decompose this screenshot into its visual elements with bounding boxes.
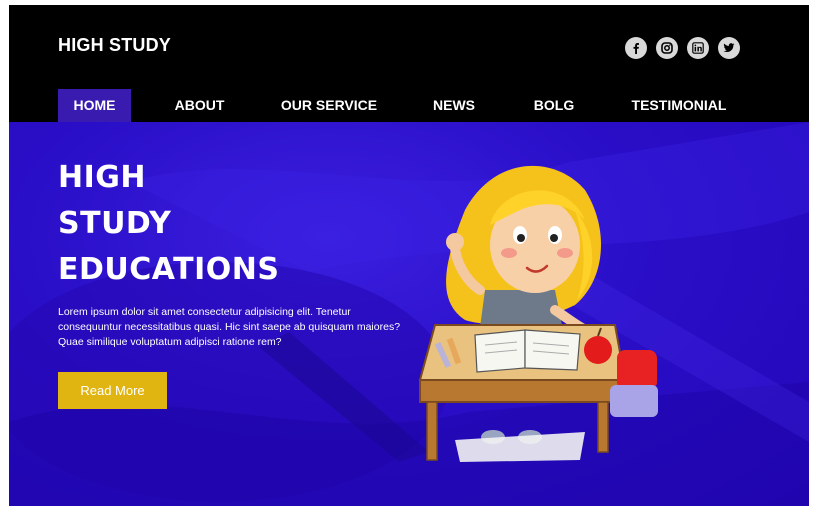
nav-news[interactable]: NEWS bbox=[426, 89, 482, 122]
header: HIGH STUDY bbox=[9, 5, 809, 89]
nav-home[interactable]: HOME bbox=[58, 89, 131, 122]
social-links bbox=[625, 37, 740, 59]
brand-logo[interactable]: HIGH STUDY bbox=[58, 35, 171, 56]
hero-title-line-2: STUDY bbox=[58, 206, 172, 241]
facebook-icon[interactable] bbox=[625, 37, 647, 59]
instagram-icon[interactable] bbox=[656, 37, 678, 59]
hero-title-line-1: HIGH bbox=[58, 160, 147, 195]
student-illustration bbox=[418, 165, 658, 462]
read-more-button[interactable]: Read More bbox=[58, 372, 167, 409]
nav-about[interactable]: ABOUT bbox=[164, 89, 235, 122]
nav-our-service[interactable]: OUR SERVICE bbox=[274, 89, 384, 122]
hero-title-line-3: EDUCATIONS bbox=[58, 252, 280, 287]
nav-bolg[interactable]: BOLG bbox=[527, 89, 581, 122]
twitter-icon[interactable] bbox=[718, 37, 740, 59]
page-frame: HIGH STUDY HOME ABOUT OUR SERVICE NEWS B… bbox=[9, 5, 809, 506]
linkedin-icon[interactable] bbox=[687, 37, 709, 59]
hero-section: HIGH STUDY EDUCATIONS Lorem ipsum dolor … bbox=[9, 122, 809, 506]
hero-description: Lorem ipsum dolor sit amet consectetur a… bbox=[58, 306, 401, 348]
nav-testimonial[interactable]: TESTIMONIAL bbox=[624, 89, 734, 122]
main-nav: HOME ABOUT OUR SERVICE NEWS BOLG TESTIMO… bbox=[9, 89, 809, 122]
